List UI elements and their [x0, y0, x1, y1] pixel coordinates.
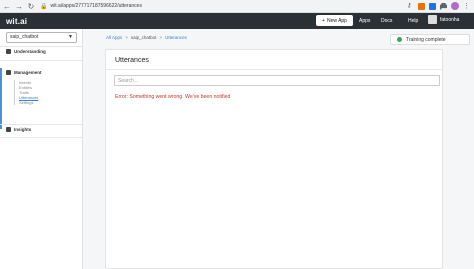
divider: [106, 69, 442, 70]
divider: [0, 46, 83, 47]
forward-arrow-icon[interactable]: →: [14, 1, 24, 11]
breadcrumb-separator: >: [159, 35, 163, 40]
kebab-menu-icon[interactable]: ⋮: [463, 3, 470, 10]
understanding-icon: [6, 49, 11, 54]
user-name: fatoonha: [440, 16, 460, 23]
breadcrumb-all-apps[interactable]: All Apps: [106, 35, 122, 40]
app-selector-value: saip_chatbot: [10, 34, 39, 40]
error-message: Error: Something went wrong. We've been …: [115, 94, 231, 100]
breadcrumb-app[interactable]: saip_chatbot: [131, 35, 157, 40]
sidebar: saip_chatbot ▼ Understanding Management …: [0, 29, 83, 269]
browser-toolbar: ← → ↻ 🔒 wit.ai/apps/277717187596622/utte…: [0, 0, 474, 13]
app-selector[interactable]: saip_chatbot ▼: [6, 32, 77, 43]
breadcrumb-current: Utterances: [165, 35, 187, 40]
nav-apps[interactable]: Apps: [359, 13, 370, 29]
utterances-panel: Utterances Error: Something went wrong. …: [105, 49, 443, 269]
user-menu[interactable]: fatoonha: [428, 15, 459, 24]
training-status-badge: Training complete: [390, 34, 470, 45]
page-title: Utterances: [115, 57, 149, 64]
search-input[interactable]: [114, 75, 440, 86]
extension-icon[interactable]: [418, 2, 425, 10]
chart-icon: [6, 70, 11, 75]
sidebar-item-management[interactable]: Management: [6, 70, 42, 75]
address-bar[interactable]: wit.ai/apps/277717187596622/utterances: [50, 3, 141, 9]
wit-logo[interactable]: wit.ai: [6, 17, 27, 26]
insights-icon: [6, 127, 11, 132]
breadcrumb: All Apps > saip_chatbot > Utterances: [106, 35, 187, 40]
active-section-indicator: [0, 68, 2, 129]
avatar: [428, 15, 437, 24]
main-content: All Apps > saip_chatbot > Utterances Tra…: [83, 29, 474, 269]
nav-docs[interactable]: Docs: [381, 13, 392, 29]
app-header: wit.ai + New App Apps Docs Help fatoonha: [0, 13, 474, 29]
profile-avatar[interactable]: [451, 2, 459, 10]
nav-help[interactable]: Help: [408, 13, 418, 29]
sidebar-item-understanding[interactable]: Understanding: [6, 49, 46, 54]
sidebar-item-insights[interactable]: Insights: [6, 127, 31, 132]
divider: [0, 124, 83, 125]
new-app-label: New App: [326, 17, 347, 24]
sidebar-item-label: Management: [14, 70, 42, 75]
extension-icon[interactable]: [429, 2, 436, 10]
sidebar-item-label: Insights: [14, 127, 32, 132]
sidebar-item-label: Understanding: [14, 49, 46, 54]
status-dot-icon: [397, 37, 402, 42]
plus-icon: +: [322, 17, 325, 24]
back-arrow-icon[interactable]: ←: [2, 1, 12, 11]
extensions-puzzle-icon[interactable]: [440, 2, 447, 10]
key-icon[interactable]: ⚷: [407, 3, 414, 10]
new-app-button[interactable]: + New App: [316, 15, 353, 26]
lock-icon: 🔒: [40, 3, 48, 10]
sidebar-item-settings[interactable]: Settings: [19, 100, 38, 105]
management-subnav: Intents Entities Traits Utterances Setti…: [14, 80, 38, 105]
caret-down-icon: ▼: [68, 34, 73, 40]
breadcrumb-separator: >: [125, 35, 128, 40]
training-status-label: Training complete: [406, 36, 446, 43]
reload-icon[interactable]: ↻: [26, 1, 36, 11]
divider: [0, 60, 83, 61]
divider: [0, 137, 83, 138]
